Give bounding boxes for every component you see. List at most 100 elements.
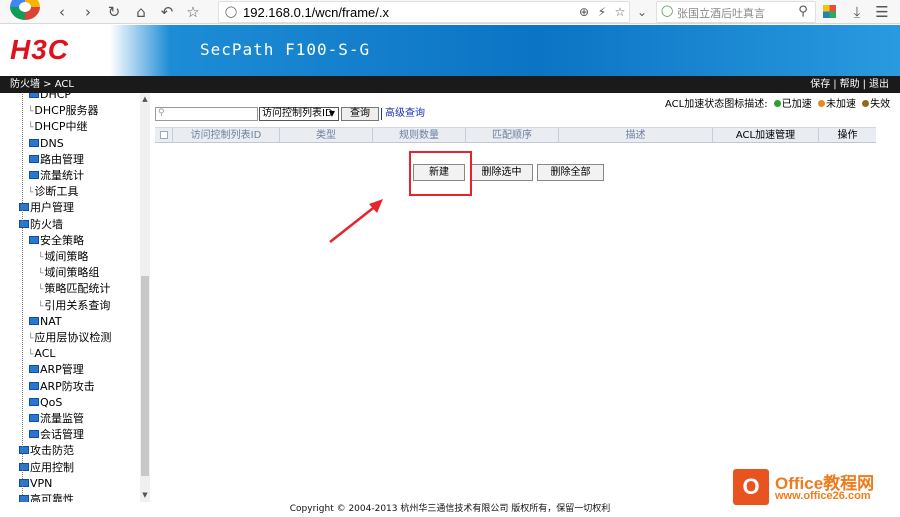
sidebar-item[interactable]: └应用层协议检测 [28, 330, 111, 346]
sidebar-item[interactable]: 防火墙 [18, 217, 63, 233]
sidebar-item[interactable]: └诊断工具 [28, 184, 78, 200]
advanced-query-link[interactable]: 高级查询 [385, 107, 425, 121]
sidebar-item[interactable]: └引用关系查询 [38, 298, 110, 314]
sidebar-item-label: 高可靠性 [30, 493, 74, 502]
forward-icon[interactable]: › [78, 2, 98, 22]
help-link[interactable]: 帮助 [837, 79, 863, 90]
folder-icon [19, 495, 29, 502]
sidebar-item-label: NAT [40, 314, 62, 328]
sidebar-item-label: DHCP服务器 [34, 104, 99, 118]
lightning-icon[interactable]: ⚡ [592, 2, 612, 22]
folder-icon [29, 138, 39, 147]
zoom-icon[interactable]: ⊕ [574, 2, 594, 22]
sidebar-item[interactable]: └域间策略 [38, 249, 88, 265]
folder-icon [29, 171, 39, 179]
sidebar-item-label: 安全策略 [40, 233, 84, 247]
sidebar-item[interactable]: 流量统计 [28, 168, 84, 184]
scrollbar-thumb[interactable] [141, 276, 149, 476]
watermark-url: www.office26.com [775, 490, 871, 502]
col-match-order[interactable]: 匹配顺序 [466, 128, 559, 143]
menu-icon[interactable]: ☰ [872, 2, 892, 22]
sidebar-item[interactable]: DNS [28, 136, 64, 152]
sidebar-item[interactable]: 攻击防范 [18, 443, 74, 459]
search-engine-icon: ◯ [661, 4, 674, 17]
sidebar-item[interactable]: └DHCP中继 [28, 119, 87, 135]
sidebar-item[interactable]: └DHCP服务器 [28, 103, 98, 119]
col-description[interactable]: 描述 [559, 128, 713, 143]
sidebar-item[interactable]: 会话管理 [28, 427, 84, 443]
reload-icon[interactable]: ↻ [104, 2, 124, 22]
filter-field-value: 访问控制列表ID [262, 108, 333, 119]
main-panel: ACL加速状态图标描述: 已加速 未加速 失效 ⚲ 访问控制列表ID ▼ 查询 高… [155, 93, 900, 502]
download-icon[interactable]: ⤓ [847, 2, 867, 22]
select-all-checkbox[interactable] [155, 128, 173, 143]
sidebar-item-label: VPN [30, 476, 53, 490]
home-icon[interactable]: ⌂ [131, 2, 151, 22]
sidebar-item[interactable]: 用户管理 [18, 200, 74, 216]
address-bar[interactable]: ◯ 192.168.0.1/wcn/frame/.x [218, 1, 630, 23]
browser-logo-icon [10, 0, 40, 20]
tree-connector: └ [38, 301, 44, 312]
sidebar-item[interactable]: QoS [28, 395, 62, 411]
tree-guide [22, 93, 23, 502]
legend-not-accelerated: 未加速 [825, 99, 856, 110]
folder-icon [19, 219, 29, 228]
sidebar-item[interactable]: └ACL [28, 346, 56, 362]
office-logo-icon: O [733, 469, 769, 505]
tree-connector: └ [28, 188, 34, 199]
delete-selected-button[interactable]: 删除选中 [470, 164, 533, 181]
sidebar-item[interactable]: 流量监管 [28, 411, 84, 427]
tree-connector: └ [28, 107, 34, 118]
sidebar-item[interactable]: ARP管理 [28, 362, 84, 378]
query-button[interactable]: 查询 [341, 107, 379, 121]
legend-accelerated: 已加速 [781, 99, 812, 110]
sidebar-item[interactable]: NAT [28, 314, 62, 330]
scroll-down-icon[interactable]: ▼ [140, 491, 150, 499]
folder-icon [29, 93, 39, 98]
filter-input[interactable]: ⚲ [155, 107, 258, 121]
back-icon[interactable]: ‹ [52, 2, 72, 22]
filter-field-select[interactable]: 访问控制列表ID ▼ [259, 107, 339, 121]
col-acl-acceleration: ACL加速管理 [713, 128, 819, 143]
bookmark-icon[interactable]: ☆ [610, 2, 630, 22]
sidebar-item[interactable]: 安全策略 [28, 233, 84, 249]
sidebar-item-label: 引用关系查询 [44, 298, 111, 312]
sidebar-item-label: ARP管理 [40, 363, 84, 377]
sidebar-item[interactable]: └域间策略组 [38, 265, 99, 281]
address-text: 192.168.0.1/wcn/frame/.x [243, 5, 389, 20]
folder-icon [29, 154, 39, 163]
search-icon[interactable]: ⚲ [793, 2, 813, 22]
folder-icon [19, 478, 29, 487]
col-acl-id[interactable]: 访问控制列表ID [173, 128, 280, 143]
delete-all-button[interactable]: 删除全部 [537, 164, 604, 181]
scroll-up-icon[interactable]: ▲ [140, 95, 150, 103]
sidebar-item[interactable]: VPN [18, 476, 52, 492]
sidebar-item[interactable]: └策略匹配统计 [38, 281, 110, 297]
sidebar-item[interactable]: DHCP [28, 93, 71, 103]
logout-link[interactable]: 退出 [866, 79, 892, 90]
undo-icon[interactable]: ↶ [157, 2, 177, 22]
col-rule-count[interactable]: 规则数量 [373, 128, 466, 143]
apps-icon[interactable] [823, 5, 836, 18]
star-icon[interactable]: ☆ [183, 2, 203, 22]
acl-status-legend: ACL加速状态图标描述: 已加速 未加速 失效 [665, 95, 890, 110]
sidebar-item-label: 域间策略 [44, 250, 89, 263]
folder-icon [19, 462, 29, 471]
tree-connector: └ [38, 285, 44, 296]
sidebar-item-label: DHCP中继 [34, 120, 88, 134]
sidebar-item-label: 防火墙 [30, 217, 63, 231]
col-type[interactable]: 类型 [280, 128, 373, 143]
browser-search-input[interactable]: ◯ 张国立酒后吐真言 [656, 1, 816, 23]
folder-icon [19, 446, 29, 455]
sidebar-item[interactable]: ARP防攻击 [28, 379, 95, 395]
dropdown-icon[interactable]: ⌄ [632, 2, 652, 22]
top-links: 保存 | 帮助 | 退出 [807, 76, 892, 93]
sidebar-item-label: 流量监管 [40, 412, 84, 425]
accelerated-icon [773, 100, 781, 107]
sidebar-item[interactable]: 路由管理 [28, 152, 84, 168]
folder-icon [29, 381, 39, 390]
invalid-icon [862, 100, 870, 107]
sidebar-item[interactable]: 应用控制 [18, 460, 74, 476]
sidebar-item[interactable]: 高可靠性 [18, 492, 74, 502]
save-link[interactable]: 保存 [807, 79, 833, 90]
